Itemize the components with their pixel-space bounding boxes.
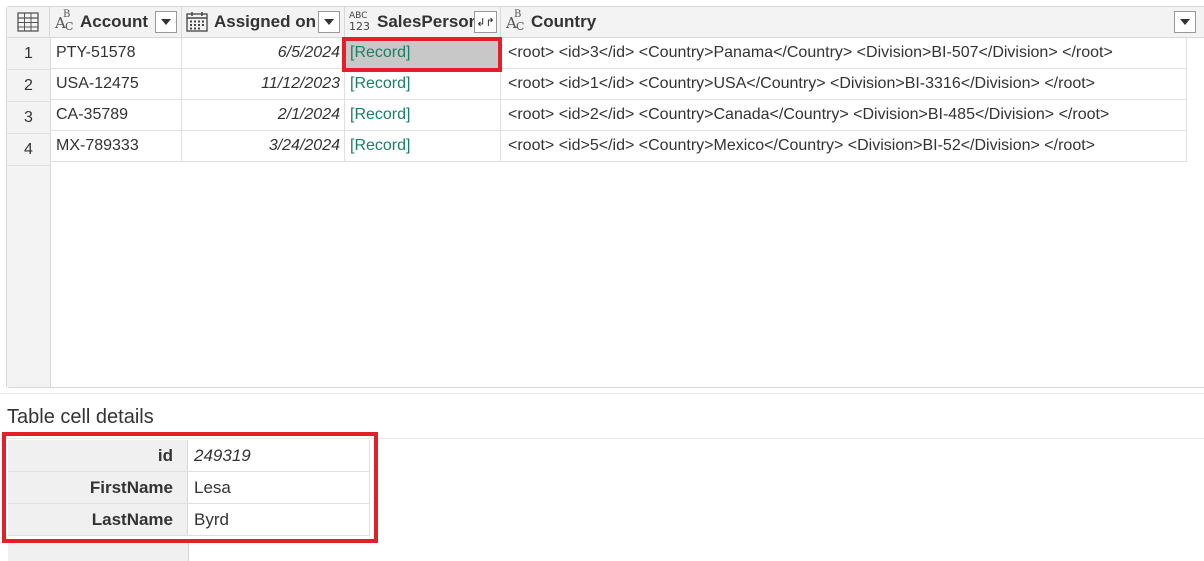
- pane-divider[interactable]: [0, 393, 1204, 394]
- row-number-gutter: 1 2 3 4: [7, 38, 51, 387]
- account-cell[interactable]: PTY-51578: [50, 38, 182, 68]
- type-icon-bottom: 123: [349, 19, 370, 33]
- data-grid: ABC Account Assigned on ABC 123 SalesPer…: [6, 6, 1204, 388]
- row-number[interactable]: 4: [7, 134, 50, 166]
- column-label: Assigned on: [214, 12, 317, 31]
- any-type-icon[interactable]: ABC 123: [349, 11, 370, 33]
- selected-cell-highlight: [342, 37, 502, 72]
- column-filter-dropdown[interactable]: [318, 11, 340, 33]
- country-cell[interactable]: <root> <id>1</id> <Country>USA</Country>…: [501, 69, 1187, 99]
- salesperson-record-cell[interactable]: [Record]: [345, 69, 501, 99]
- text-type-icon[interactable]: ABC: [54, 9, 74, 33]
- salesperson-record-cell[interactable]: [Record]: [345, 100, 501, 130]
- column-header-account[interactable]: ABC Account: [50, 7, 182, 38]
- row-number[interactable]: 2: [7, 70, 50, 102]
- assigned-on-cell[interactable]: 2/1/2024: [182, 100, 345, 130]
- details-highlight: [2, 432, 378, 543]
- table-row: MX-789333 3/24/2024 [Record] <root> <id>…: [50, 131, 1187, 162]
- country-cell[interactable]: <root> <id>2</id> <Country>Canada</Count…: [501, 100, 1187, 130]
- column-header-assigned-on[interactable]: Assigned on: [182, 7, 345, 38]
- assigned-on-cell[interactable]: 11/12/2023: [182, 69, 345, 99]
- assigned-on-cell[interactable]: 3/24/2024: [182, 131, 345, 161]
- cell-details-title: Table cell details: [7, 406, 154, 428]
- column-label: SalesPerson: [377, 12, 480, 31]
- column-header-country[interactable]: ABC Country: [501, 7, 1204, 38]
- table-menu-button[interactable]: [7, 7, 50, 38]
- account-cell[interactable]: CA-35789: [50, 100, 182, 130]
- column-header-salesperson[interactable]: ABC 123 SalesPerson ↲↱: [345, 7, 501, 38]
- row-number[interactable]: 1: [7, 38, 50, 70]
- assigned-on-cell[interactable]: 6/5/2024: [182, 38, 345, 68]
- table-row: USA-12475 11/12/2023 [Record] <root> <id…: [50, 69, 1187, 100]
- column-filter-dropdown[interactable]: [1174, 11, 1196, 33]
- expand-column-icon[interactable]: ↲↱: [474, 11, 497, 33]
- table-row: CA-35789 2/1/2024 [Record] <root> <id>2<…: [50, 100, 1187, 131]
- country-cell[interactable]: <root> <id>5</id> <Country>Mexico</Count…: [501, 131, 1187, 161]
- text-type-icon[interactable]: ABC: [505, 9, 525, 33]
- column-filter-dropdown[interactable]: [155, 11, 177, 33]
- account-cell[interactable]: USA-12475: [50, 69, 182, 99]
- column-label: Account: [80, 12, 148, 31]
- salesperson-record-cell[interactable]: [Record]: [345, 131, 501, 161]
- country-cell[interactable]: <root> <id>3</id> <Country>Panama</Count…: [501, 38, 1187, 68]
- date-type-icon[interactable]: [186, 12, 208, 32]
- table-row: PTY-51578 6/5/2024 [Record] <root> <id>3…: [50, 38, 1187, 69]
- row-number[interactable]: 3: [7, 102, 50, 134]
- details-key-column-fill: [8, 540, 189, 561]
- column-label: Country: [531, 12, 597, 31]
- account-cell[interactable]: MX-789333: [50, 131, 182, 161]
- table-icon: [17, 12, 39, 32]
